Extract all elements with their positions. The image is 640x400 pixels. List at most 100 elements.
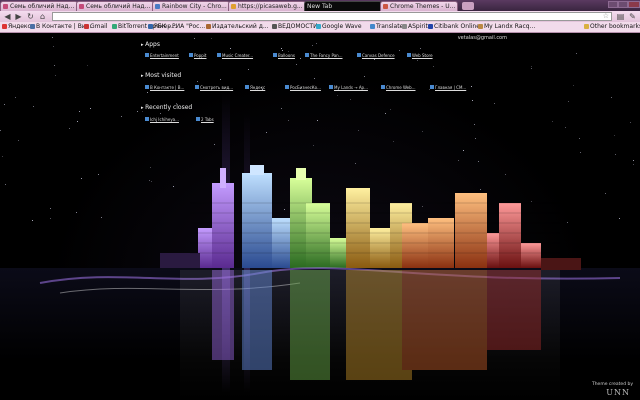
- recently-closed-item-label: Ichi Ichiheya...: [150, 117, 179, 122]
- toolbar: ◀ ▶ ↻ ⌂ ☆ ▤ ✎: [0, 11, 640, 22]
- most-visited-tile-label: РосБизнесКо...: [290, 85, 321, 90]
- tab-title: Семь обличий Над...: [86, 3, 151, 10]
- theme-credit-label: Theme created by: [591, 382, 633, 387]
- most-visited-tile-label: В Контакте | В...: [150, 85, 185, 90]
- app-tile[interactable]: Canvas Defence: [357, 53, 395, 58]
- tab[interactable]: Rainbow City - Chro...: [152, 1, 230, 11]
- app-tile-label: The Fancy Pan...: [310, 53, 343, 58]
- tab-title: Chrome Themes - U...: [390, 3, 456, 10]
- most-visited-tile[interactable]: Главная | СМ...: [430, 85, 466, 90]
- favicon-icon: [196, 117, 200, 121]
- favicon-icon: [206, 24, 211, 29]
- recently-closed-item[interactable]: 2 Tabs: [196, 117, 214, 122]
- favicon-icon: [195, 85, 199, 89]
- bookmark-item[interactable]: Translate: [370, 23, 403, 31]
- favicon-icon: [145, 85, 149, 89]
- star-icon[interactable]: ☆: [603, 12, 609, 20]
- apps-section-title[interactable]: Apps: [141, 41, 160, 48]
- bookmark-item[interactable]: В Контакте | Ви...: [30, 23, 91, 31]
- most-visited-tile-label: Яндекс: [250, 85, 266, 90]
- theme-author-logo[interactable]: UNN: [606, 388, 630, 397]
- page-menu-icon[interactable]: ▤: [616, 12, 625, 21]
- favicon-icon: [148, 24, 153, 29]
- app-tile-label: Entertainment: [150, 53, 179, 58]
- favicon-icon: [305, 53, 309, 57]
- tab-title: New Tab: [307, 3, 333, 10]
- new-tab-button[interactable]: [462, 2, 474, 10]
- bookmark-label: РБК - РИА "Рос...: [154, 23, 206, 30]
- app-tile-label: Music Creater...: [222, 53, 254, 58]
- forward-button[interactable]: ▶: [14, 12, 23, 21]
- favicon-icon: [84, 24, 89, 29]
- recently-closed-section-title[interactable]: Recently closed: [141, 104, 192, 111]
- most-visited-tile-label: Главная | СМ...: [435, 85, 467, 90]
- favicon-icon: [189, 53, 193, 57]
- most-visited-tile-label: Смотреть вид...: [200, 85, 234, 90]
- favicon-icon: [407, 53, 411, 57]
- tab[interactable]: Chrome Themes - U...: [380, 1, 458, 11]
- most-visited-section-title[interactable]: Most visited: [141, 72, 181, 79]
- bookmark-item[interactable]: Gmail: [84, 23, 108, 31]
- tab[interactable]: Семь обличий Над...: [0, 1, 78, 11]
- favicon-icon: [155, 4, 160, 9]
- tab[interactable]: Семь обличий Над...: [76, 1, 154, 11]
- bookmark-item[interactable]: Яндекс: [2, 23, 31, 31]
- favicon-icon: [231, 4, 236, 9]
- favicon-icon: [273, 53, 277, 57]
- bookmark-item[interactable]: ASpirit: [402, 23, 428, 31]
- new-tab-page: vetalas@gmail.com Apps Entertainment Popp…: [0, 33, 640, 400]
- favicon-icon: [3, 4, 8, 9]
- app-tile[interactable]: Poppit: [189, 53, 206, 58]
- favicon-icon: [112, 24, 117, 29]
- bookmark-item[interactable]: My Landx Racq...: [478, 23, 535, 31]
- tab-title: Семь обличий Над...: [10, 3, 75, 10]
- bookmark-label: My Landx Racq...: [484, 23, 536, 30]
- close-window-button[interactable]: [628, 1, 640, 8]
- app-tile[interactable]: Entertainment: [145, 53, 179, 58]
- tab-title: Rainbow City - Chro...: [162, 3, 227, 10]
- favicon-icon: [145, 53, 149, 57]
- most-visited-tile[interactable]: РосБизнесКо...: [285, 85, 321, 90]
- bookmark-item[interactable]: РБК - РИА "Рос...: [148, 23, 205, 31]
- bookmark-item[interactable]: Google Wave: [316, 23, 362, 31]
- most-visited-tile[interactable]: В Контакте | В...: [145, 85, 184, 90]
- reload-button[interactable]: ↻: [26, 12, 35, 21]
- bookmark-label: Яндекс: [8, 23, 31, 30]
- favicon-icon: [402, 24, 407, 29]
- favicon-icon: [478, 24, 483, 29]
- most-visited-tile[interactable]: Chrome Web...: [381, 85, 416, 90]
- address-bar[interactable]: ☆: [52, 12, 612, 21]
- home-button[interactable]: ⌂: [38, 12, 47, 21]
- bookmark-item[interactable]: ВЕДОМОСТИ: [272, 23, 318, 31]
- app-tile-label: Web Store: [412, 53, 433, 58]
- app-tile[interactable]: Balloons: [273, 53, 295, 58]
- app-tile[interactable]: Web Store: [407, 53, 433, 58]
- recently-closed-item[interactable]: Ichi Ichiheya...: [145, 117, 179, 122]
- tab[interactable]: https://picasaweb.g...: [228, 1, 306, 11]
- app-tile[interactable]: Music Creater...: [217, 53, 253, 58]
- most-visited-tile[interactable]: Смотреть вид...: [195, 85, 233, 90]
- favicon-icon: [357, 53, 361, 57]
- favicon-icon: [329, 85, 333, 89]
- bookmark-item[interactable]: Издательский д...: [206, 23, 269, 31]
- minimize-button[interactable]: [608, 1, 618, 8]
- favicon-icon: [272, 24, 277, 29]
- favicon-icon: [30, 24, 35, 29]
- most-visited-tile-label: Chrome Web...: [386, 85, 416, 90]
- favicon-icon: [383, 4, 388, 9]
- back-button[interactable]: ◀: [3, 12, 12, 21]
- wrench-icon[interactable]: ✎: [628, 12, 637, 21]
- favicon-icon: [316, 24, 321, 29]
- tab-active[interactable]: New Tab: [304, 1, 382, 11]
- favicon-icon: [430, 85, 434, 89]
- favicon-icon: [381, 85, 385, 89]
- bookmark-item[interactable]: Citibank Online: [428, 23, 480, 31]
- maximize-button[interactable]: [618, 1, 628, 8]
- app-tile[interactable]: The Fancy Pan...: [305, 53, 343, 58]
- most-visited-tile[interactable]: My Lands → Ар...: [329, 85, 368, 90]
- tab-title: https://picasaweb.g...: [238, 3, 303, 10]
- other-bookmarks-folder[interactable]: Other bookmarks: [584, 23, 640, 31]
- most-visited-tile[interactable]: Яндекс: [245, 85, 265, 90]
- app-tile-label: Poppit: [194, 53, 207, 58]
- bookmark-label: ВЕДОМОСТИ: [278, 23, 318, 30]
